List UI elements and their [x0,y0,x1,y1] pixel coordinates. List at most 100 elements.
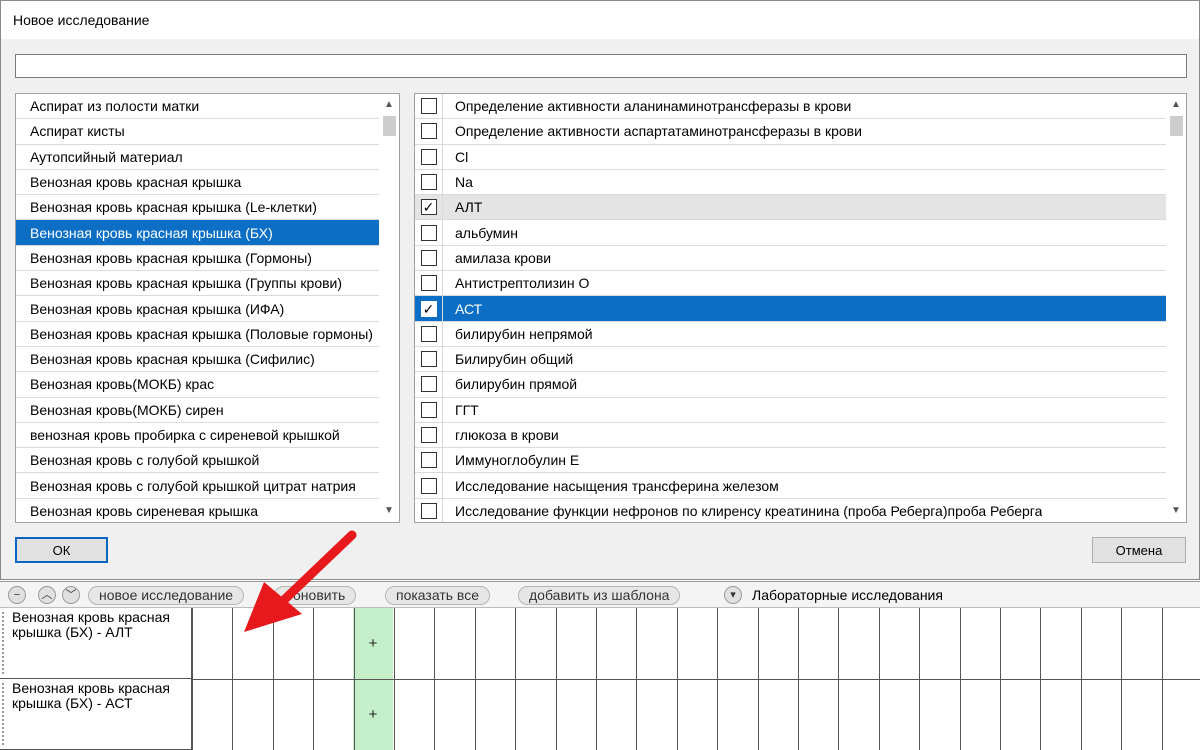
test-item-label: АСТ [455,300,483,317]
test-checkbox[interactable] [420,224,437,241]
test-checkbox[interactable] [420,427,437,443]
test-checkbox[interactable] [420,502,437,519]
test-item[interactable]: Иммуноглобулин Е [415,448,1166,474]
scroll-down-icon[interactable]: ▼ [379,502,399,520]
test-item[interactable]: ✓ АЛТ [415,195,1166,221]
material-item-label: Венозная кровь с голубой крышкой [30,452,260,469]
test-checkbox[interactable] [420,325,437,342]
test-checkbox[interactable] [420,351,437,368]
material-item[interactable]: Венозная кровь красная крышка (Половые г… [16,322,380,347]
order-label: Венозная кровь красная крышка (БХ) - АЛТ [12,609,171,640]
test-item-label: билирубин непрямой [455,325,593,342]
material-item[interactable]: Аспират кисты [16,119,380,145]
material-item-label: Венозная кровь красная крышка (Le-клетки… [30,199,317,216]
material-item[interactable]: Венозная кровь с голубой крышкой цитрат … [16,473,380,499]
scroll-up-icon[interactable]: ▲ [1166,96,1186,114]
test-list-scrollbar[interactable]: ▲ ▼ [1166,94,1186,522]
checkmark-icon[interactable]: ✓ [420,199,437,216]
material-item-label: Венозная кровь сиреневая крышка [30,502,259,519]
test-checkbox[interactable] [420,174,437,191]
test-checkbox[interactable] [420,123,437,140]
material-item-label: Венозная кровь красная крышка (ИФА) [30,300,285,317]
search-input[interactable] [15,54,1187,78]
test-checkbox[interactable] [420,98,437,115]
add-from-template-button[interactable]: добавить из шаблона [518,586,681,605]
new-study-button[interactable]: новое исследование [88,586,245,605]
test-item[interactable]: ✓ АСТ [415,296,1166,322]
test-item[interactable]: Исследование функции нефронов по клиренс… [415,498,1166,522]
drag-grip-icon[interactable] [2,683,6,745]
test-item-label: Антистрептолизин О [455,275,590,292]
material-item[interactable]: Аутопсийный материал [16,145,380,170]
material-item[interactable]: венозная кровь пробирка с сиреневой крыш… [16,423,380,449]
material-item[interactable]: Венозная кровь красная крышка (ИФА) [16,296,380,322]
test-item[interactable]: глюкоза в крови [415,422,1166,449]
test-checkbox-cell [415,245,443,271]
collapse-icon[interactable]: − [8,586,26,604]
test-item[interactable]: амилаза крови [415,245,1166,272]
scroll-thumb[interactable] [1170,116,1183,136]
material-item[interactable]: Венозная кровь красная крышка (Гормоны) [16,246,380,272]
test-checkbox[interactable] [420,452,437,469]
test-item[interactable]: билирубин непрямой [415,321,1166,347]
refresh-button[interactable]: обновить [274,586,357,605]
order-label: Венозная кровь красная крышка (БХ) - АСТ [12,680,171,711]
material-list-scrollbar[interactable]: ▲ ▼ [379,94,399,522]
test-checkbox[interactable] [420,148,437,165]
test-checkbox[interactable] [420,401,437,418]
test-item-label: Иммуноглобулин Е [455,452,580,469]
checkmark-icon[interactable]: ✓ [420,300,437,317]
lab-orders-panel: − ︿ ﹀ новое исследование обновить показа… [0,581,1200,750]
scroll-up-icon[interactable]: ▲ [379,96,399,114]
test-item[interactable]: билирубин прямой [415,372,1166,398]
material-item[interactable]: Венозная кровь красная крышка [16,170,380,196]
test-checkbox-cell [415,271,443,296]
order-entry[interactable]: Венозная кровь красная крышка (БХ) - АЛТ [0,608,192,679]
test-checkbox-cell [415,220,443,245]
ok-button[interactable]: ОК [15,537,108,563]
material-item-label: Венозная кровь(МОКБ) сирен [30,401,224,418]
material-item[interactable]: Венозная кровь(МОКБ) крас [16,372,380,398]
test-item[interactable]: Na [415,169,1166,196]
scroll-thumb[interactable] [383,116,396,136]
test-item[interactable]: Определение активности аланинаминотрансф… [415,94,1166,120]
test-item[interactable]: ГГТ [415,397,1166,423]
material-item[interactable]: Венозная кровь красная крышка (Le-клетки… [16,195,380,221]
material-item[interactable]: Венозная кровь сиреневая крышка [16,499,380,522]
test-item[interactable]: Антистрептолизин О [415,271,1166,297]
section-dropdown-icon[interactable]: ▾ [724,586,742,604]
material-item[interactable]: Венозная кровь с голубой крышкой [16,448,380,474]
material-item[interactable]: Аспират из полости матки [16,94,380,120]
material-item[interactable]: Венозная кровь красная крышка (БХ) [16,220,380,246]
test-item[interactable]: Определение активности аспартатаминотран… [415,119,1166,145]
test-checkbox-cell [415,119,443,144]
test-item[interactable]: Исследование насыщения трансферина желез… [415,473,1166,499]
order-mark[interactable]: + [353,635,393,652]
chevron-down-icon[interactable]: ﹀ [62,586,80,604]
order-mark[interactable]: + [353,706,393,723]
material-item[interactable]: Венозная кровь красная крышка (Сифилис) [16,347,380,373]
material-item-label: Аутопсийный материал [30,148,183,165]
show-all-button[interactable]: показать все [385,586,490,605]
test-item[interactable]: Cl [415,144,1166,170]
material-item[interactable]: Венозная кровь(МОКБ) сирен [16,398,380,423]
drag-grip-icon[interactable] [2,612,6,674]
test-item[interactable]: Билирубин общий [415,346,1166,373]
material-item-label: Венозная кровь красная крышка (Половые г… [30,325,373,342]
order-entry[interactable]: Венозная кровь красная крышка (БХ) - АСТ [0,679,192,750]
test-checkbox[interactable] [420,477,437,494]
test-item-label: АЛТ [455,199,483,216]
test-item-label: Определение активности аланинаминотрансф… [455,98,852,115]
chevron-up-icon[interactable]: ︿ [38,586,56,604]
orders-grid: Венозная кровь красная крышка (БХ) - АЛТ… [0,608,1200,750]
scroll-down-icon[interactable]: ▼ [1166,502,1186,520]
material-item[interactable]: Венозная кровь красная крышка (Группы кр… [16,271,380,297]
test-checkbox[interactable] [420,275,437,292]
test-checkbox[interactable] [420,249,437,266]
test-item[interactable]: альбумин [415,220,1166,246]
test-checkbox-cell: ✓ [415,195,443,220]
cancel-button[interactable]: Отмена [1092,537,1186,563]
test-checkbox[interactable] [420,376,437,393]
lab-toolbar: − ︿ ﹀ новое исследование обновить показа… [0,582,1200,608]
test-item-label: Na [455,174,473,191]
